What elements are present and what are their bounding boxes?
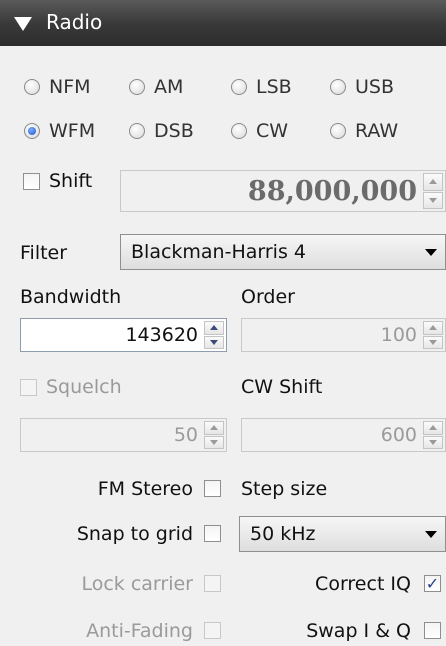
anti-fading-checkbox[interactable] xyxy=(204,622,221,639)
shift-frequency-field[interactable]: 88,000,000 xyxy=(120,170,446,212)
radio-button-icon xyxy=(129,79,145,95)
squelch-spinner[interactable] xyxy=(204,421,224,449)
spin-up-icon[interactable] xyxy=(204,421,224,435)
panel-title: Radio xyxy=(46,10,103,34)
anti-fading-label: Anti-Fading xyxy=(86,620,193,642)
step-size-label: Step size xyxy=(241,478,328,500)
snap-to-grid-label: Snap to grid xyxy=(76,523,193,545)
cw-shift-field[interactable]: 600 xyxy=(241,418,446,452)
mode-label: NFM xyxy=(49,76,91,98)
cw-shift-label: CW Shift xyxy=(241,376,323,398)
fm-stereo-label: FM Stereo xyxy=(97,478,193,500)
step-size-selected-value: 50 kHz xyxy=(250,523,316,545)
mode-radio-wfm[interactable]: WFM xyxy=(24,117,95,145)
filter-label: Filter xyxy=(20,242,68,264)
spin-down-icon[interactable] xyxy=(204,435,224,449)
mode-radio-usb[interactable]: USB xyxy=(330,73,394,101)
bandwidth-field[interactable]: 143620 xyxy=(20,318,227,352)
spin-up-icon[interactable] xyxy=(204,321,224,335)
mode-label: USB xyxy=(355,76,395,98)
bandwidth-spinner[interactable] xyxy=(204,321,224,349)
radio-button-icon xyxy=(24,79,40,95)
spin-down-icon[interactable] xyxy=(423,335,443,349)
cw-shift-spinner[interactable] xyxy=(423,421,443,449)
collapse-triangle-icon xyxy=(14,17,32,31)
spin-down-icon[interactable] xyxy=(423,435,443,449)
mode-label: LSB xyxy=(256,76,292,98)
mode-label: DSB xyxy=(154,120,194,142)
bandwidth-value: 143620 xyxy=(125,324,198,346)
bandwidth-label: Bandwidth xyxy=(20,286,122,308)
cw-shift-value: 600 xyxy=(380,424,417,446)
radio-panel-header[interactable]: Radio xyxy=(0,0,446,46)
mode-label: AM xyxy=(154,76,184,98)
order-field[interactable]: 100 xyxy=(241,318,446,352)
fm-stereo-checkbox[interactable] xyxy=(204,480,221,497)
lock-carrier-checkbox[interactable] xyxy=(204,575,221,592)
checkmark-icon: ✓ xyxy=(425,573,440,593)
checkbox-icon xyxy=(20,378,37,396)
mode-radio-nfm[interactable]: NFM xyxy=(24,73,91,101)
correct-iq-checkbox[interactable]: ✓ xyxy=(424,575,441,592)
radio-button-icon xyxy=(330,123,346,139)
swap-iq-label: Swap I & Q xyxy=(306,620,411,642)
mode-label: WFM xyxy=(49,120,96,142)
mode-radio-raw[interactable]: RAW xyxy=(330,117,398,145)
spin-down-icon[interactable] xyxy=(204,335,224,349)
chevron-down-icon xyxy=(425,531,437,538)
radio-button-icon xyxy=(330,79,346,95)
spin-down-icon[interactable] xyxy=(423,191,443,209)
mode-label: CW xyxy=(256,120,289,142)
shift-frequency-value: 88,000,000 xyxy=(247,175,417,207)
lock-carrier-label: Lock carrier xyxy=(81,573,193,595)
filter-dropdown[interactable]: Blackman-Harris 4 xyxy=(120,234,446,270)
correct-iq-label: Correct IQ xyxy=(315,573,411,595)
spin-up-icon[interactable] xyxy=(423,173,443,191)
shift-checkbox[interactable]: Shift xyxy=(23,170,92,192)
filter-selected-value: Blackman-Harris 4 xyxy=(131,241,306,263)
mode-radio-am[interactable]: AM xyxy=(129,73,183,101)
order-label: Order xyxy=(241,286,295,308)
mode-radio-dsb[interactable]: DSB xyxy=(129,117,194,145)
mode-label: RAW xyxy=(355,120,399,142)
shift-label: Shift xyxy=(49,170,93,192)
snap-to-grid-checkbox[interactable] xyxy=(204,525,221,542)
mode-radio-lsb[interactable]: LSB xyxy=(231,73,292,101)
squelch-checkbox[interactable]: Squelch xyxy=(20,376,122,398)
radio-button-icon xyxy=(129,123,145,139)
step-size-dropdown[interactable]: 50 kHz xyxy=(239,516,446,552)
spin-up-icon[interactable] xyxy=(423,421,443,435)
spin-up-icon[interactable] xyxy=(423,321,443,335)
squelch-value: 50 xyxy=(173,424,198,446)
radio-button-selected-icon xyxy=(24,123,40,139)
shift-spinner[interactable] xyxy=(423,173,443,209)
checkbox-icon xyxy=(23,172,40,190)
order-spinner[interactable] xyxy=(423,321,443,349)
radio-button-icon xyxy=(231,79,247,95)
order-value: 100 xyxy=(380,324,417,346)
squelch-field[interactable]: 50 xyxy=(20,418,227,452)
swap-iq-checkbox[interactable] xyxy=(424,622,441,639)
mode-radio-cw[interactable]: CW xyxy=(231,117,288,145)
chevron-down-icon xyxy=(425,249,437,256)
squelch-label: Squelch xyxy=(46,376,122,398)
radio-button-icon xyxy=(231,123,247,139)
